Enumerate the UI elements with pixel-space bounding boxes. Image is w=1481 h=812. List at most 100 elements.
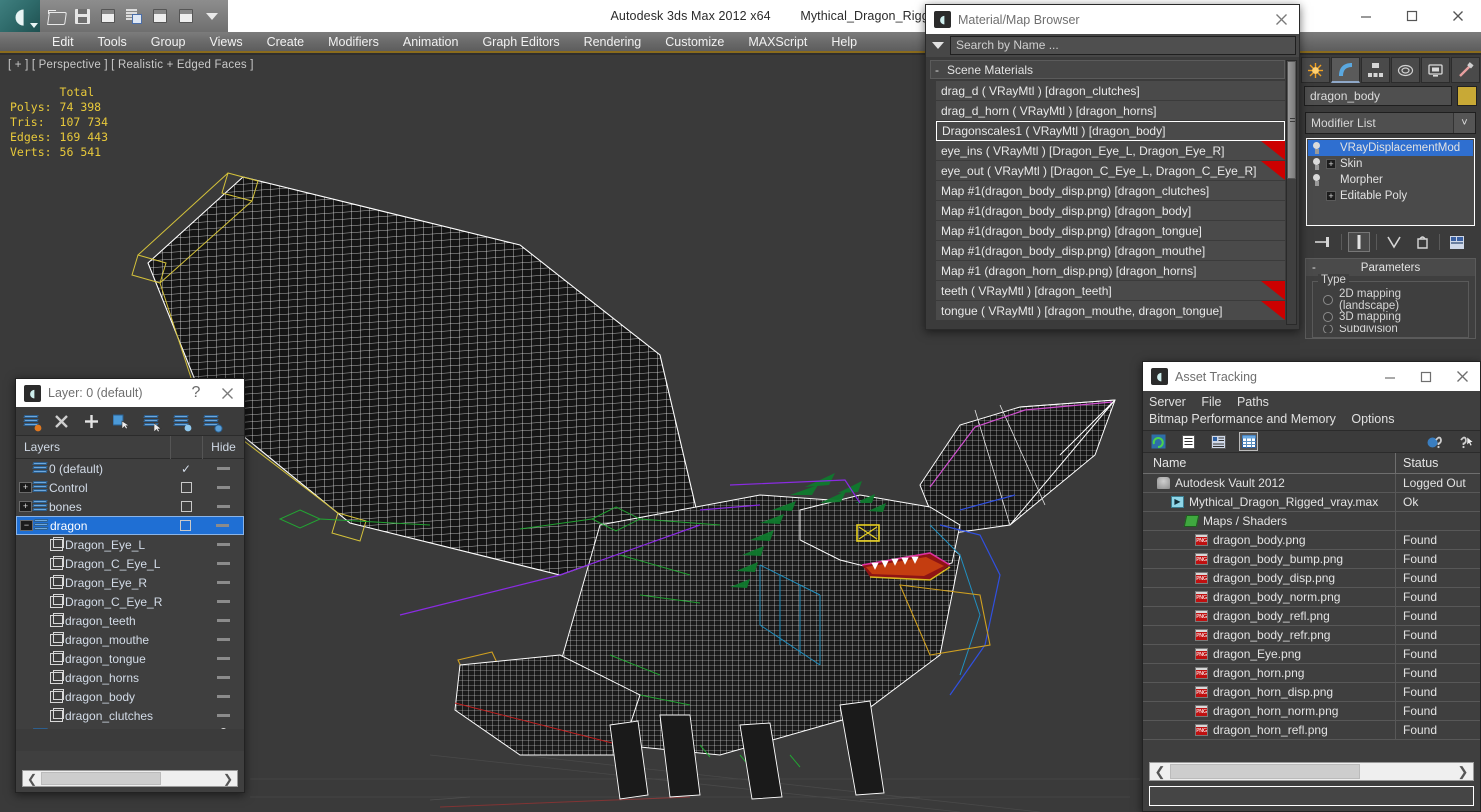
modifier-stack-item-skin[interactable]: + Skin (1308, 156, 1473, 172)
expand-plus-icon[interactable]: + (19, 482, 32, 493)
select-object-layer-icon[interactable] (112, 412, 131, 431)
asset-list[interactable]: Autodesk Vault 2012 Logged Out ▶ Mythical… (1143, 473, 1480, 740)
application-menu-button[interactable]: ◖ (0, 0, 40, 32)
object-name-field[interactable]: dragon_body (1304, 86, 1452, 106)
hide-toggle[interactable] (202, 543, 244, 546)
add-selection-to-layer-icon[interactable] (82, 412, 101, 431)
minimize-icon[interactable] (1343, 0, 1389, 32)
material-row-selected[interactable]: Dragonscales1 ( VRayMtl ) [dragon_body] (936, 121, 1285, 141)
material-row[interactable]: teeth ( VRayMtl ) [dragon_teeth] (936, 281, 1285, 301)
object-row-dragon-c-eye-r[interactable]: Dragon_C_Eye_R (16, 592, 244, 611)
hide-toggle[interactable] (202, 657, 244, 660)
hide-toggle[interactable] (201, 524, 243, 527)
object-row-dragon-tongue[interactable]: dragon_tongue (16, 649, 244, 668)
radio-subdivision[interactable]: Subdivision (1318, 325, 1463, 333)
scroll-right-icon[interactable]: ❯ (219, 771, 237, 786)
current-layer-checkbox[interactable] (169, 520, 201, 531)
scene-materials-section-header[interactable]: - Scene Materials (930, 60, 1285, 79)
customize-quick-access-icon[interactable] (202, 6, 222, 26)
grid-view-icon[interactable] (1239, 432, 1258, 451)
asset-row-png[interactable]: dragon_body_refl.png Found (1143, 606, 1480, 626)
asset-row-png[interactable]: dragon_horn_disp.png Found (1143, 682, 1480, 702)
hide-toggle[interactable] (202, 695, 244, 698)
material-row[interactable]: drag_d_horn ( VRayMtl ) [dragon_horns] (936, 101, 1285, 121)
object-row-dragon-eye-l[interactable]: Dragon_Eye_L (16, 535, 244, 554)
maximize-icon[interactable] (1408, 362, 1444, 391)
layer-manager-window[interactable]: ◖ Layer: 0 (default) ? Layers Hide 0 (de… (15, 378, 245, 793)
radio-icon[interactable] (1323, 311, 1333, 322)
pin-stack-icon[interactable] (1313, 232, 1335, 252)
object-row-dragon-teeth[interactable]: dragon_teeth (16, 611, 244, 630)
scene-materials-list[interactable]: drag_d ( VRayMtl ) [dragon_clutches] dra… (936, 81, 1285, 321)
radio-icon[interactable] (1323, 325, 1333, 333)
modifier-stack-item-morpher[interactable]: Morpher (1308, 172, 1473, 188)
menu-edit[interactable]: Edit (40, 31, 86, 52)
make-unique-icon[interactable] (1383, 232, 1405, 252)
asset-tracking-window[interactable]: ◖ Asset Tracking Server File Paths Bitma… (1142, 361, 1481, 812)
redo-icon[interactable] (176, 6, 196, 26)
configure-modifier-sets-icon[interactable] (1446, 232, 1468, 252)
undo-icon[interactable] (150, 6, 170, 26)
highlight-selected-objects-icon[interactable] (172, 412, 192, 431)
help-arrow-icon[interactable] (1455, 432, 1474, 451)
search-by-name-input[interactable]: Search by Name ... (950, 36, 1296, 55)
hide-toggle[interactable] (202, 486, 244, 489)
modifier-stack-item-editable-poly[interactable]: + Editable Poly (1308, 188, 1473, 204)
light-bulb-icon[interactable] (1311, 173, 1322, 187)
help-button[interactable]: ? (182, 379, 210, 408)
radio-icon[interactable] (1323, 294, 1333, 305)
scrollbar-thumb[interactable] (41, 772, 161, 785)
asset-row-png[interactable]: dragon_horn_refl.png Found (1143, 720, 1480, 740)
layer-row-bones[interactable]: + bones (16, 497, 244, 516)
hide-toggle[interactable] (202, 505, 244, 508)
close-icon[interactable] (210, 379, 244, 408)
material-row[interactable]: Map #1 (dragon_horn_disp.png) [dragon_ho… (936, 261, 1285, 281)
chevron-down-icon[interactable]: ˅ (1453, 113, 1475, 133)
new-scene-icon[interactable] (98, 6, 118, 26)
object-row-dragon-eye-r[interactable]: Dragon_Eye_R (16, 573, 244, 592)
asset-row-png[interactable]: dragon_horn_norm.png Found (1143, 701, 1480, 721)
asset-row-png[interactable]: dragon_body_bump.png Found (1143, 549, 1480, 569)
viewport-label[interactable]: [ + ] [ Perspective ] [ Realistic + Edge… (8, 59, 254, 71)
current-layer-check-icon[interactable]: ✓ (170, 462, 202, 476)
menu-help[interactable]: Help (819, 31, 869, 52)
menu-animation[interactable]: Animation (391, 31, 471, 52)
material-row[interactable]: drag_d ( VRayMtl ) [dragon_clutches] (936, 81, 1285, 101)
light-bulb-icon[interactable] (1311, 157, 1322, 171)
material-row[interactable]: eye_ins ( VRayMtl ) [Dragon_Eye_L, Drago… (936, 141, 1285, 161)
menu-group[interactable]: Group (139, 31, 198, 52)
hierarchy-tab[interactable] (1361, 57, 1390, 83)
hide-toggle[interactable] (202, 714, 244, 717)
scrollbar-thumb[interactable] (1170, 764, 1360, 779)
material-browser-title-bar[interactable]: ◖ Material/Map Browser (926, 5, 1299, 34)
menu-modifiers[interactable]: Modifiers (316, 31, 391, 52)
menu-rendering[interactable]: Rendering (572, 31, 654, 52)
select-highlighted-objects-icon[interactable] (142, 412, 162, 432)
object-color-swatch[interactable] (1457, 86, 1477, 106)
object-row-dragon-horns[interactable]: dragon_horns (16, 668, 244, 687)
refresh-icon[interactable] (1149, 432, 1168, 451)
menu-tools[interactable]: Tools (86, 31, 139, 52)
hide-toggle[interactable] (202, 467, 244, 470)
layer-list-horizontal-scrollbar[interactable]: ❮ ❯ (22, 770, 238, 787)
modifier-stack[interactable]: VRayDisplacementMod + Skin Morpher + Edi… (1306, 138, 1475, 226)
object-row-dragon-clutches[interactable]: dragon_clutches (16, 706, 244, 725)
save-file-icon[interactable] (72, 6, 92, 26)
material-map-browser-window[interactable]: ◖ Material/Map Browser Search by Name ..… (925, 4, 1300, 330)
hide-toggle[interactable] (202, 676, 244, 679)
create-tab[interactable] (1301, 57, 1330, 83)
menu-create[interactable]: Create (255, 31, 317, 52)
layer-row-dragon[interactable]: − dragon (16, 516, 244, 535)
current-layer-checkbox[interactable] (170, 482, 202, 493)
utilities-tab[interactable] (1451, 57, 1480, 83)
hide-toggle[interactable] (202, 562, 244, 565)
scrollbar-thumb[interactable] (1287, 61, 1296, 179)
menu-server[interactable]: Server (1149, 394, 1186, 411)
menu-customize[interactable]: Customize (653, 31, 736, 52)
scroll-left-icon[interactable]: ❮ (1150, 763, 1170, 780)
scroll-right-icon[interactable]: ❯ (1453, 763, 1473, 780)
material-list-scrollbar[interactable] (1286, 60, 1297, 325)
hide-toggle[interactable] (202, 600, 244, 603)
collapse-minus-icon[interactable]: − (20, 520, 33, 531)
menu-graph-editors[interactable]: Graph Editors (470, 31, 571, 52)
